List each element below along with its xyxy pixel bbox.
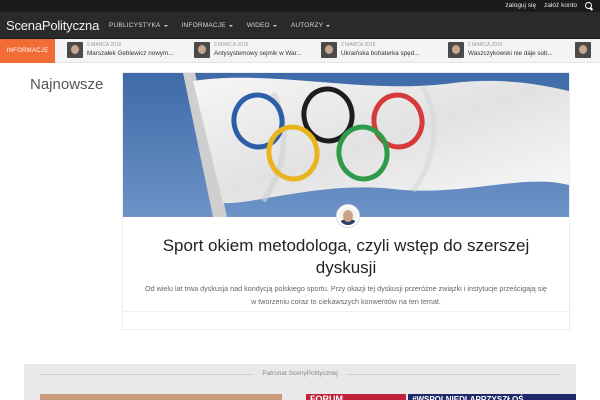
main-navigation: ScenaPolityczna PUBLICYSTYKA INFORMACJE … [0,12,600,39]
ticker-title[interactable]: Antysystemowy sejmik w War... [214,49,302,58]
divider [346,374,560,375]
nav-item-label: AUTORZY [290,22,324,29]
chevron-down-icon [163,24,168,27]
article-excerpt: Od wielu lat trwa dyskusja nad kondycją … [145,284,547,306]
article-card[interactable]: Sport okiem metodologa, czyli wstęp do s… [122,72,570,330]
author-avatar[interactable] [337,205,359,227]
ticker-item[interactable]: 3 MARCA 2016 Antysystemowy sejmik w War.… [194,42,302,60]
nav-item-label: INFORMACJE [181,22,226,29]
ticker-item[interactable]: 5 MARCA 2016 Marszałek Geblewicz nowym..… [67,42,173,60]
account-links: zaloguj się załóż konto [505,1,594,11]
olympic-flag-image [123,73,569,217]
forum-banner[interactable]: FORUM [306,394,406,400]
ticker-item[interactable]: 2 MARCA 2016 Waszczykowski nie daje sob.… [448,42,553,60]
ticker-date: 2 MARCA 2016 [468,42,503,48]
ticker-thumbnail [321,42,337,58]
top-bar: zaloguj się załóż konto [0,0,600,12]
site-logo[interactable]: ScenaPolityczna [6,18,99,33]
news-ticker: INFORMACJE 5 MARCA 2016 Marszałek Geblew… [0,39,600,63]
article-image[interactable] [123,73,569,217]
nav-item-publicystyka[interactable]: PUBLICYSTYKA [102,12,175,39]
article-title[interactable]: Sport okiem metodologa, czyli wstęp do s… [143,235,549,279]
ticker-thumbnail [448,42,464,58]
login-link[interactable]: zaloguj się [505,1,536,11]
hashtag-banner[interactable]: #WSPOLNIEDLAPRZYSZŁOŚ [408,394,576,400]
patronat-banner-image[interactable] [40,394,282,400]
ticker-thumbnail [194,42,210,58]
ticker-date: 3 MARCA 2016 [214,42,249,48]
patronat-section: Patronat ScenyPolitycznej FORUM #WSPOLNI… [24,364,576,400]
section-title: Najnowsze [30,76,104,93]
card-divider [123,311,569,312]
nav-item-label: PUBLICYSTYKA [109,22,161,29]
ticker-title[interactable]: Marszałek Geblewicz nowym... [87,49,173,58]
ticker-label: INFORMACJE [0,39,55,63]
ticker-thumbnail [575,42,591,58]
chevron-down-icon [326,24,331,27]
chevron-down-icon [228,24,233,27]
nav-item-informacje[interactable]: INFORMACJE [175,12,240,39]
nav-item-autorzy[interactable]: AUTORZY [284,12,337,39]
chevron-down-icon [272,24,277,27]
ticker-date: 5 MARCA 2016 [87,42,122,48]
search-icon[interactable] [585,1,594,11]
register-link[interactable]: załóż konto [544,1,577,11]
ticker-thumbnail [67,42,83,58]
ticker-date: 2 MARCA 2016 [341,42,376,48]
ticker-item[interactable]: 2 MARCA 2016 Ukraińska bohaterka spęd... [321,42,419,60]
ticker-title[interactable]: Ukraińska bohaterka spęd... [341,49,419,58]
nav-item-wideo[interactable]: WIDEO [240,12,284,39]
ticker-title[interactable]: Waszczykowski nie daje sob... [468,49,553,58]
nav-menu: PUBLICYSTYKA INFORMACJE WIDEO AUTORZY [102,12,337,39]
nav-item-label: WIDEO [246,22,270,29]
ticker-item[interactable] [575,42,591,60]
